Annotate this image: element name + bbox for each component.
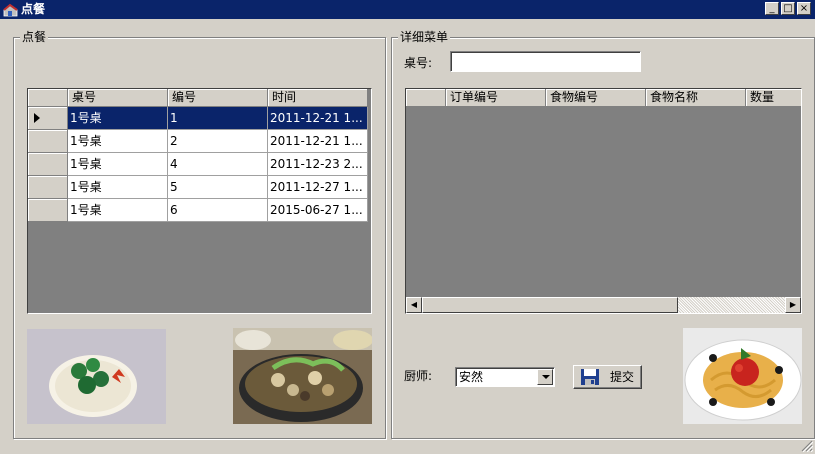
cell-time[interactable]: 2011-12-21 1... (268, 107, 368, 130)
window-title: 点餐 (21, 2, 46, 16)
scroll-thumb[interactable] (422, 297, 678, 313)
cell-time[interactable]: 2015-06-27 1... (268, 199, 368, 222)
order-grid-header: 桌号 编号 时间 (28, 89, 368, 107)
title-bar[interactable]: 点餐 _ □ × (0, 0, 815, 19)
save-disk-icon (581, 369, 599, 385)
dish-photo-spaghetti (683, 328, 802, 424)
cell-time[interactable]: 2011-12-21 1... (268, 130, 368, 153)
column-header-food-id[interactable]: 食物编号 (546, 89, 646, 107)
row-header[interactable] (28, 130, 68, 153)
detail-grid[interactable]: 订单编号 食物编号 食物名称 数量 ◀ ▶ (405, 88, 802, 314)
cell-id[interactable]: 6 (168, 199, 268, 222)
dish-photo-hotpot (233, 328, 372, 424)
cell-table[interactable]: 1号桌 (68, 107, 168, 130)
row-header[interactable] (28, 153, 68, 176)
row-header[interactable] (28, 176, 68, 199)
cell-table[interactable]: 1号桌 (68, 199, 168, 222)
dish-photo-garnish (27, 329, 166, 424)
submit-button[interactable]: 提交 (573, 365, 642, 389)
table-row[interactable]: 1号桌 1 2011-12-21 1... (28, 107, 368, 130)
spaghetti-image (683, 328, 802, 424)
chef-label: 厨师: (404, 369, 433, 383)
submit-button-label: 提交 (610, 370, 635, 384)
maximize-button[interactable]: □ (781, 2, 795, 15)
cell-table[interactable]: 1号桌 (68, 153, 168, 176)
order-grid[interactable]: 桌号 编号 时间 1号桌 1 2011-12-21 1... 1号桌 2 201… (27, 88, 372, 314)
scroll-right-button[interactable]: ▶ (785, 297, 801, 313)
cell-table[interactable]: 1号桌 (68, 130, 168, 153)
minimize-button[interactable]: _ (765, 2, 779, 15)
close-button[interactable]: × (797, 2, 811, 15)
cell-id[interactable]: 5 (168, 176, 268, 199)
chevron-down-icon[interactable] (537, 369, 553, 385)
plate-image (27, 329, 166, 424)
table-row[interactable]: 1号桌 5 2011-12-27 1... (28, 176, 368, 199)
detail-group-legend: 详细菜单 (398, 29, 451, 45)
scroll-left-button[interactable]: ◀ (406, 297, 422, 313)
hotpot-image (233, 328, 372, 424)
table-row[interactable]: 1号桌 4 2011-12-23 2... (28, 153, 368, 176)
table-number-input[interactable] (450, 51, 641, 72)
cell-time[interactable]: 2011-12-23 2... (268, 153, 368, 176)
column-header-quantity[interactable]: 数量 (746, 89, 801, 107)
table-row[interactable]: 1号桌 6 2015-06-27 1... (28, 199, 368, 222)
resize-grip-icon[interactable] (801, 440, 813, 452)
horizontal-scrollbar[interactable]: ◀ ▶ (406, 297, 801, 313)
chef-select[interactable]: 安然 (455, 367, 555, 387)
cell-id[interactable]: 1 (168, 107, 268, 130)
cell-id[interactable]: 4 (168, 153, 268, 176)
cell-table[interactable]: 1号桌 (68, 176, 168, 199)
column-header-order-id[interactable]: 订单编号 (446, 89, 546, 107)
row-header[interactable] (28, 107, 68, 130)
table-row[interactable]: 1号桌 2 2011-12-21 1... (28, 130, 368, 153)
cell-time[interactable]: 2011-12-27 1... (268, 176, 368, 199)
table-number-label: 桌号: (404, 56, 433, 70)
chef-select-value: 安然 (459, 370, 484, 384)
row-header[interactable] (28, 199, 68, 222)
current-row-arrow-icon (34, 113, 40, 123)
detail-grid-header: 订单编号 食物编号 食物名称 数量 (406, 89, 801, 107)
order-group-legend: 点餐 (20, 29, 49, 45)
column-header-table[interactable]: 桌号 (68, 89, 168, 107)
grid-corner (28, 89, 68, 107)
column-header-food-name[interactable]: 食物名称 (646, 89, 746, 107)
grid-corner (406, 89, 446, 107)
app-icon (3, 3, 18, 17)
cell-id[interactable]: 2 (168, 130, 268, 153)
column-header-time[interactable]: 时间 (268, 89, 368, 107)
column-header-id[interactable]: 编号 (168, 89, 268, 107)
